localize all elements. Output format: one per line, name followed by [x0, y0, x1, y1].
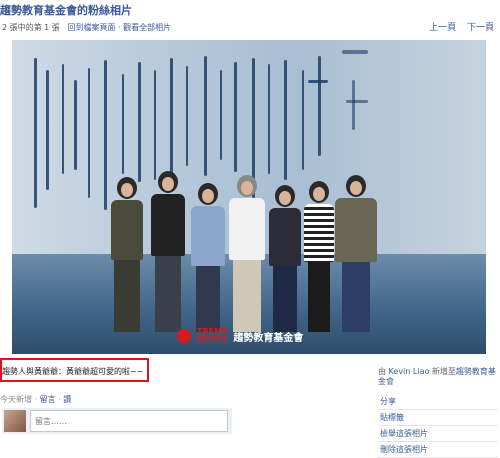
person [334, 175, 378, 332]
subline-separator: · [118, 23, 121, 32]
comment-input[interactable] [30, 410, 228, 432]
upload-prefix: 由 [378, 367, 386, 376]
trend-micro-logo: TREND MICRO 趨勢教育基金會 [177, 328, 303, 344]
report-photo-button[interactable]: 檢舉這張相片 [378, 426, 498, 442]
comment-composer [2, 408, 232, 434]
prev-photo-link[interactable]: 上一頁 [429, 23, 456, 33]
page-title: 趨勢教育基金會的粉絲相片 [0, 4, 132, 17]
photo-caption: 趨勢人與黃爺爺：黃爺爺超可愛的啦~~ [2, 367, 144, 376]
person [190, 183, 226, 332]
person [110, 177, 144, 332]
main-photo[interactable]: TREND MICRO 趨勢教育基金會 [12, 40, 486, 354]
view-all-photos-link[interactable]: 觀看全部相片 [123, 23, 171, 32]
meta-separator: · [58, 395, 61, 404]
person [268, 185, 302, 332]
logo-org-name: 趨勢教育基金會 [233, 332, 304, 344]
photo-nav: 上一頁 下一頁 [421, 20, 494, 33]
comment-link[interactable]: 留言 [40, 395, 56, 404]
photo-count: 2 張中的第 1 張 [2, 23, 60, 32]
avatar [4, 410, 26, 432]
photo-actions: 分享 貼標籤 檢舉這張相片 刪除這張相片 [378, 394, 498, 458]
tag-photo-button[interactable]: 貼標籤 [378, 410, 498, 426]
person [228, 175, 266, 332]
meta-separator: · [34, 395, 38, 404]
back-to-profile-link[interactable]: 回到檔案頁面 [67, 23, 115, 32]
logo-brand-line2: MICRO [197, 335, 227, 344]
upload-middle: 新增至 [431, 367, 456, 376]
upload-info: 由 Kevin Liao 新增至趨勢教育基金會 [378, 367, 498, 387]
person [302, 181, 336, 332]
post-meta: 今天新增 · 留言 · 讚 [0, 394, 71, 405]
person [150, 171, 186, 332]
photo-subline: 2 張中的第 1 張 回到檔案頁面 · 觀看全部相片 [2, 22, 171, 33]
like-link[interactable]: 讚 [63, 395, 71, 404]
trend-logo-icon [177, 329, 191, 343]
share-button[interactable]: 分享 [378, 394, 498, 410]
uploader-link[interactable]: Kevin Liao [389, 367, 430, 376]
post-time: 今天新增 [0, 395, 32, 404]
next-photo-link[interactable]: 下一頁 [467, 23, 494, 33]
